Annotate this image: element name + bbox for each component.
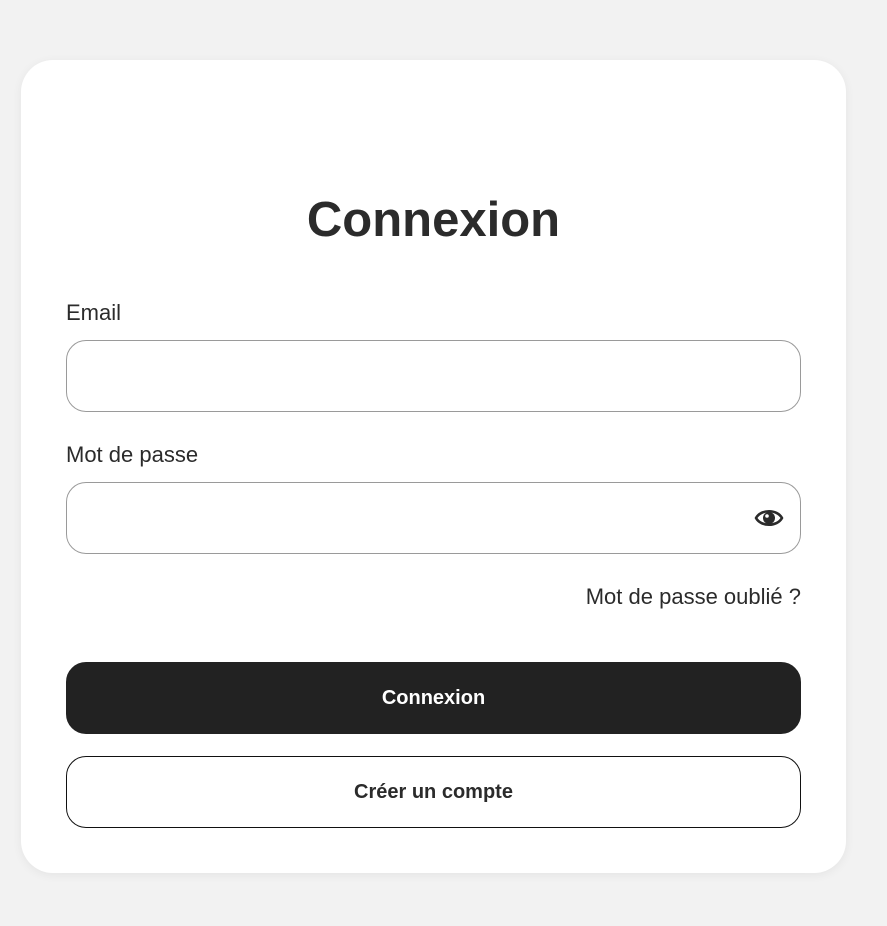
password-label: Mot de passe	[66, 442, 199, 467]
login-card: Connexion Email Mot de passe Mot de pass…	[21, 60, 846, 873]
eye-icon[interactable]	[754, 505, 784, 531]
create-account-button[interactable]: Créer un compte	[66, 756, 801, 828]
page-title: Connexion	[306, 193, 561, 247]
login-button[interactable]: Connexion	[66, 662, 801, 734]
email-label: Email	[66, 300, 122, 325]
email-field[interactable]	[66, 340, 801, 412]
forgot-password-link[interactable]: Mot de passe oublié ?	[586, 584, 801, 610]
password-field[interactable]	[66, 482, 801, 554]
